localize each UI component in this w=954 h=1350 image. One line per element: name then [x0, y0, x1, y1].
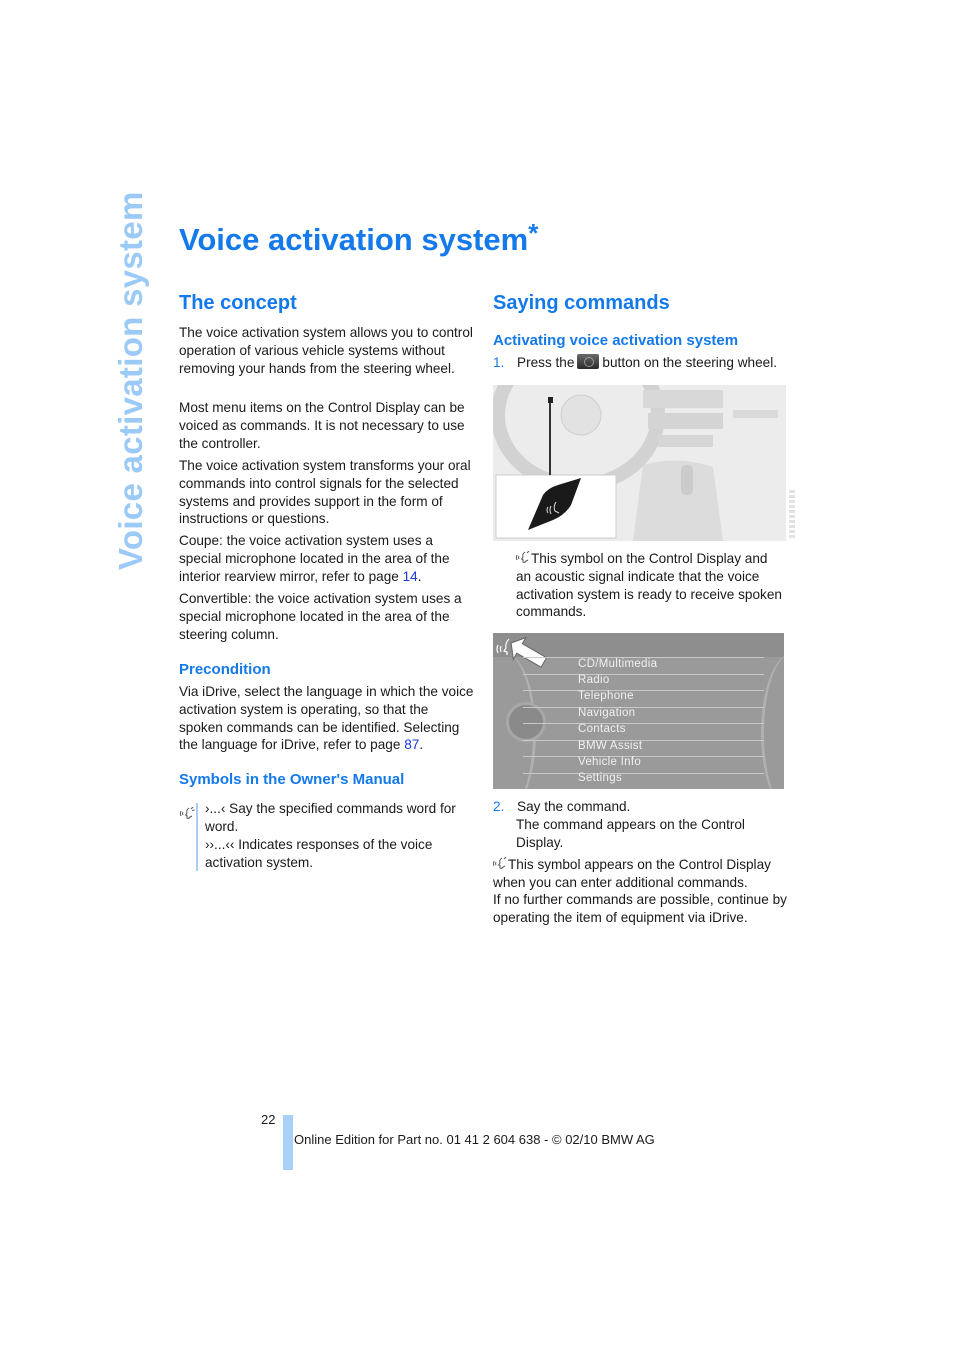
step-number: 2. [493, 799, 505, 814]
voice-button-icon [577, 354, 600, 369]
heading-saying-commands: Saying commands [493, 292, 670, 314]
menu-item-cd-multimedia: CD/Multimedia [578, 658, 658, 670]
menu-item-radio: Radio [578, 674, 610, 686]
menu-item-telephone: Telephone [578, 690, 634, 702]
page-title-text: Voice activation system [179, 222, 529, 257]
step-text: Press the [517, 355, 575, 370]
punct: . [419, 737, 424, 753]
voice-symbol-icon [516, 551, 531, 566]
arrow-pointer-icon [496, 636, 548, 668]
menu-item-settings: Settings [578, 772, 622, 784]
paragraph-coupe: Coupe: the voice activation system uses … [179, 532, 474, 585]
symbol-bar [196, 803, 198, 871]
voice-symbol-icon [493, 857, 508, 872]
page-title: Voice activation system* [179, 218, 538, 258]
page-link-14[interactable]: 14 [403, 569, 418, 584]
heading-the-concept: The concept [179, 292, 297, 314]
paragraph: The voice activation system allows you t… [179, 325, 473, 376]
step-1: 1. Press the button on the steering wheel. [493, 354, 788, 372]
page-number: 22 [261, 1112, 276, 1127]
heading-precondition: Precondition [179, 661, 271, 678]
symbol-say-command: ›...‹ Say the specified commands word fo… [205, 801, 456, 834]
paragraph-final: If no further commands are possible, con… [493, 892, 787, 925]
step-number: 1. [493, 355, 505, 370]
step-2-sub: The command appears on the Control Displ… [516, 817, 745, 850]
paragraph: Most menu items on the Control Display c… [179, 400, 465, 451]
heading-symbols: Symbols in the Owner's Manual [179, 771, 405, 788]
punct: . [417, 568, 422, 584]
paragraph-precondition: Via iDrive, select the language in which… [179, 683, 474, 754]
paragraph-convertible: Convertible: the voice activation system… [179, 591, 462, 642]
footer-accent-bar [283, 1115, 293, 1170]
symbol-note-additional: This symbol appears on the Control Displ… [493, 856, 788, 892]
page-link-87[interactable]: 87 [404, 737, 419, 752]
display-arc [761, 653, 784, 789]
menu-item-navigation: Navigation [578, 707, 636, 719]
voice-symbol-icon [180, 806, 195, 824]
control-display-screenshot: CD/Multimedia Radio Telephone Navigation… [493, 633, 784, 789]
footer-edition-text: Online Edition for Part no. 01 41 2 604 … [294, 1132, 655, 1147]
side-section-tab: Voice activation system [112, 191, 149, 570]
note-text: This symbol on the Control Display and a… [516, 551, 782, 620]
symbol-system-response: ››...‹‹ Indicates responses of the voice… [205, 837, 433, 870]
image-code [789, 490, 795, 540]
menu-item-contacts: Contacts [578, 723, 626, 735]
controller-knob-icon [506, 702, 546, 742]
step-text: Say the command. [517, 799, 631, 814]
precondition-text: Via iDrive, select the language in which… [179, 684, 474, 753]
step-text: button on the steering wheel. [602, 355, 777, 370]
heading-activating: Activating voice activation system [493, 332, 739, 349]
paragraph: The voice activation system transforms y… [179, 458, 471, 527]
steering-wheel-illustration [493, 385, 786, 541]
symbol-note-ready: This symbol on the Control Display and a… [516, 550, 786, 621]
menu-item-vehicle-info: Vehicle Info [578, 756, 642, 768]
menu-item-bmw-assist: BMW Assist [578, 740, 643, 752]
optional-equipment-star: * [528, 218, 539, 248]
step-2: 2. Say the command. [493, 798, 788, 816]
note-text: This symbol appears on the Control Displ… [493, 857, 771, 890]
